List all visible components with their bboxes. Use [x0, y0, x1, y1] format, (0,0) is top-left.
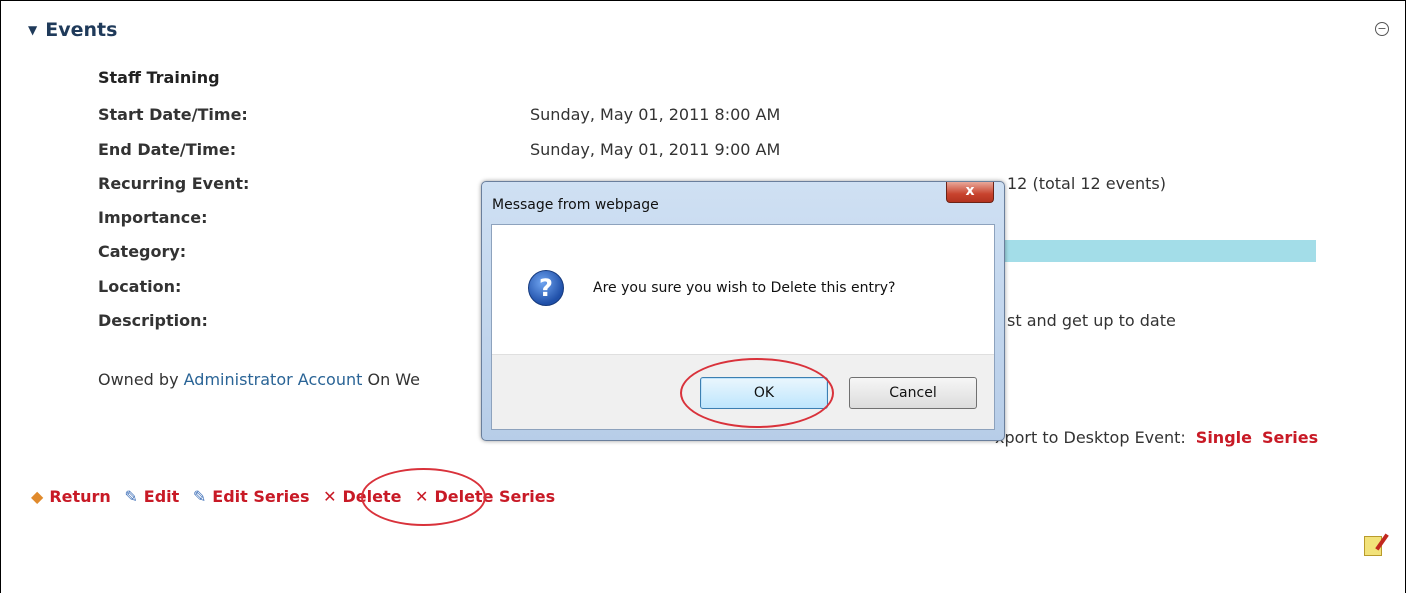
- dialog-message: Are you sure you wish to Delete this ent…: [593, 280, 896, 296]
- start-label: Start Date/Time:: [98, 105, 248, 124]
- location-label: Location:: [98, 277, 182, 296]
- close-button[interactable]: x: [946, 182, 994, 203]
- ok-highlight-circle: [680, 358, 834, 428]
- event-title: Staff Training: [98, 68, 220, 87]
- collapse-icon[interactable]: −: [1375, 22, 1389, 36]
- dialog-title: Message from webpage: [492, 197, 659, 213]
- edit-link[interactable]: ✎ Edit: [124, 487, 179, 506]
- question-icon: ?: [528, 270, 564, 306]
- recurring-value: 12 (total 12 events): [1007, 174, 1166, 193]
- category-label: Category:: [98, 242, 187, 261]
- end-value: Sunday, May 01, 2011 9:00 AM: [530, 140, 781, 159]
- delete-x-icon: ✕: [323, 487, 337, 506]
- return-arrow-icon: ◆: [31, 487, 44, 506]
- description-label: Description:: [98, 311, 208, 330]
- owned-by-text: Owned by Administrator Account On We: [98, 370, 421, 389]
- pencil-icon: ✎: [124, 487, 138, 506]
- delete-highlight-circle: [361, 468, 486, 526]
- end-label: End Date/Time:: [98, 140, 237, 159]
- edit-series-link[interactable]: ✎ Edit Series: [193, 487, 310, 506]
- export-single-link[interactable]: Single: [1196, 428, 1252, 447]
- module-title[interactable]: ▼ Events: [28, 19, 117, 41]
- cancel-button[interactable]: Cancel: [849, 377, 977, 409]
- return-link[interactable]: ◆ Return: [31, 487, 111, 506]
- export-series-link[interactable]: Series: [1262, 428, 1318, 447]
- pencil-icon: ✎: [192, 487, 207, 506]
- description-value: st and get up to date: [1007, 311, 1176, 330]
- importance-label: Importance:: [98, 208, 208, 227]
- owner-link[interactable]: Administrator Account: [184, 370, 363, 389]
- expand-triangle-icon[interactable]: ▼: [28, 23, 37, 37]
- recurring-label: Recurring Event:: [98, 174, 250, 193]
- category-color-bar: [1000, 240, 1316, 262]
- start-value: Sunday, May 01, 2011 8:00 AM: [530, 105, 781, 124]
- export-row: xport to Desktop Event: Single Series: [995, 428, 1319, 447]
- edit-module-icon[interactable]: [1364, 536, 1382, 556]
